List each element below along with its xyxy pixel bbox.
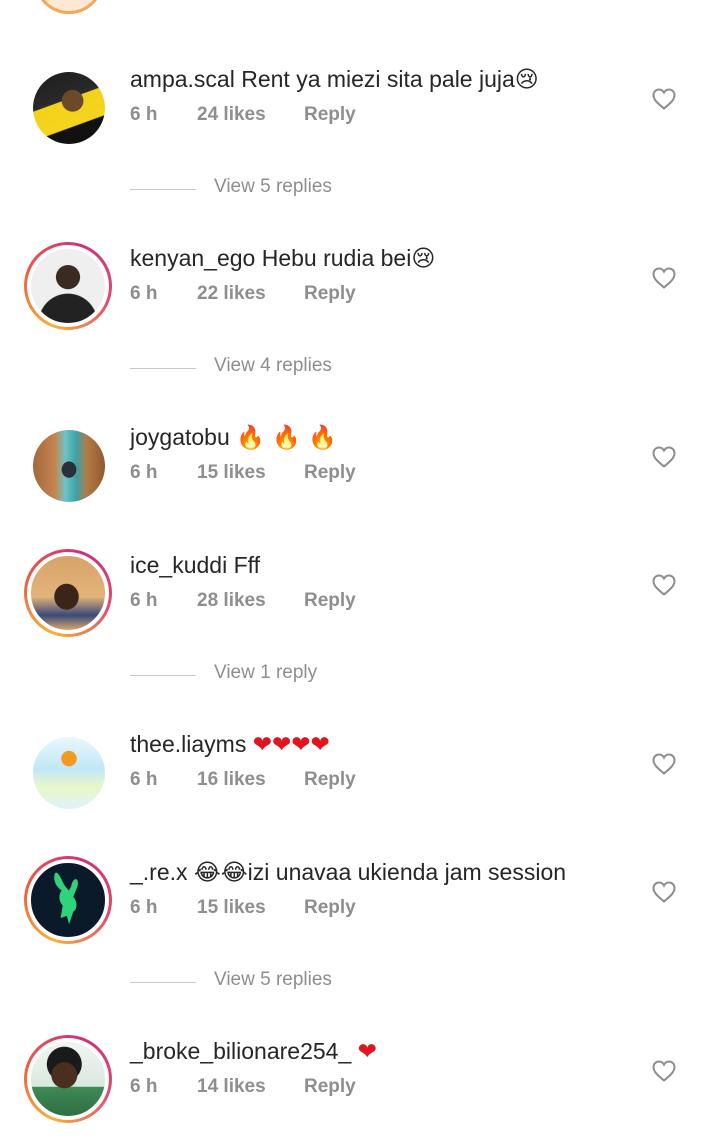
comment-username[interactable]: ice_kuddi <box>130 552 227 578</box>
view-replies-label: View 4 replies <box>214 355 332 376</box>
comment-likes[interactable]: 16 likes <box>197 769 266 791</box>
laughing-emoji: 😂😂 <box>193 860 248 886</box>
fire-emoji: 🔥 🔥 🔥 <box>236 425 337 451</box>
comment-username[interactable]: _broke_bilionare254_ <box>130 1038 351 1064</box>
avatar[interactable] <box>34 0 104 14</box>
comment-item: _broke_bilionare254_ ❤ 6 h 14 likes Repl… <box>0 1035 717 1132</box>
heart-outline-icon[interactable] <box>652 574 676 596</box>
avatar[interactable] <box>24 549 112 637</box>
reply-button[interactable]: Reply <box>304 1076 356 1098</box>
comment-time: 6 h <box>130 104 158 125</box>
comment-username[interactable]: _.re.x <box>130 859 188 885</box>
comment-likes[interactable]: 15 likes <box>197 897 266 919</box>
comment-text: Rent ya miezi sita pale juja <box>241 66 515 92</box>
heart-outline-icon[interactable] <box>652 267 676 289</box>
comment-time: 6 h <box>130 769 158 790</box>
comment-username[interactable]: kenyan_ego <box>130 245 255 271</box>
avatar[interactable] <box>24 856 112 944</box>
avatar[interactable] <box>24 1035 112 1123</box>
heart-outline-icon[interactable] <box>652 88 676 110</box>
comment-likes[interactable]: 24 likes <box>197 104 266 126</box>
divider <box>130 189 196 190</box>
comment-time: 6 h <box>130 897 158 918</box>
comment-username[interactable]: thee.liayms <box>130 731 246 757</box>
reply-button[interactable]: Reply <box>304 104 356 126</box>
view-replies-label: View 1 reply <box>214 662 318 683</box>
comment-likes[interactable]: 14 likes <box>197 1076 266 1098</box>
reply-button[interactable]: Reply <box>304 462 356 484</box>
divider <box>130 982 196 983</box>
comment-username[interactable]: ampa.scal <box>130 66 235 92</box>
divider <box>130 675 196 676</box>
comment-text: Fff <box>233 552 260 578</box>
view-replies-button[interactable]: View 5 replies <box>130 969 530 999</box>
heart-emoji: ❤ <box>357 1039 377 1065</box>
view-replies-button[interactable]: View 1 reply <box>130 662 530 692</box>
bunny-icon <box>54 872 78 925</box>
heart-outline-icon[interactable] <box>652 753 676 775</box>
crying-emoji: 😢 <box>514 67 539 93</box>
comment-item: joygatobu 🔥 🔥 🔥 6 h 15 likes Reply <box>0 424 717 518</box>
view-replies-button[interactable]: View 4 replies <box>130 355 530 385</box>
reply-button[interactable]: Reply <box>304 283 356 305</box>
reply-button[interactable]: Reply <box>304 590 356 612</box>
crying-emoji: 😢 <box>411 246 436 272</box>
view-replies-label: View 5 replies <box>214 176 332 197</box>
comment-item: thee.liayms ❤❤❤❤ 6 h 16 likes Reply <box>0 731 717 825</box>
comment-time: 6 h <box>130 590 158 611</box>
comment-likes[interactable]: 15 likes <box>197 462 266 484</box>
heart-outline-icon[interactable] <box>652 1060 676 1082</box>
heart-outline-icon[interactable] <box>652 446 676 468</box>
avatar[interactable] <box>33 430 105 502</box>
comment-item: _.re.x 😂😂izi unavaa ukienda jam session … <box>0 856 717 953</box>
comment-item: ampa.scal Rent ya miezi sita pale juja😢 … <box>0 66 717 160</box>
comment-likes[interactable]: 22 likes <box>197 283 266 305</box>
comment-time: 6 h <box>130 283 158 304</box>
heart-emoji: ❤❤❤❤ <box>252 732 330 758</box>
reply-button[interactable]: Reply <box>304 897 356 919</box>
comment-text: izi unavaa ukienda jam session <box>247 859 567 885</box>
view-replies-label: View 5 replies <box>214 969 332 990</box>
comment-username[interactable]: joygatobu <box>130 424 230 450</box>
comment-time: 6 h <box>130 462 158 483</box>
view-replies-button[interactable]: View 5 replies <box>130 176 530 206</box>
comment-time: 6 h <box>130 1076 158 1097</box>
comment-text: Hebu rudia bei <box>261 245 412 271</box>
reply-button[interactable]: Reply <box>304 769 356 791</box>
comment-item: kenyan_ego Hebu rudia bei😢 6 h 22 likes … <box>0 242 717 339</box>
avatar[interactable] <box>24 242 112 330</box>
comment-likes[interactable]: 28 likes <box>197 590 266 612</box>
heart-outline-icon[interactable] <box>652 881 676 903</box>
avatar[interactable] <box>33 737 105 809</box>
avatar[interactable] <box>33 72 105 144</box>
comment-item: ice_kuddi Fff 6 h 28 likes Reply <box>0 549 717 646</box>
divider <box>130 368 196 369</box>
